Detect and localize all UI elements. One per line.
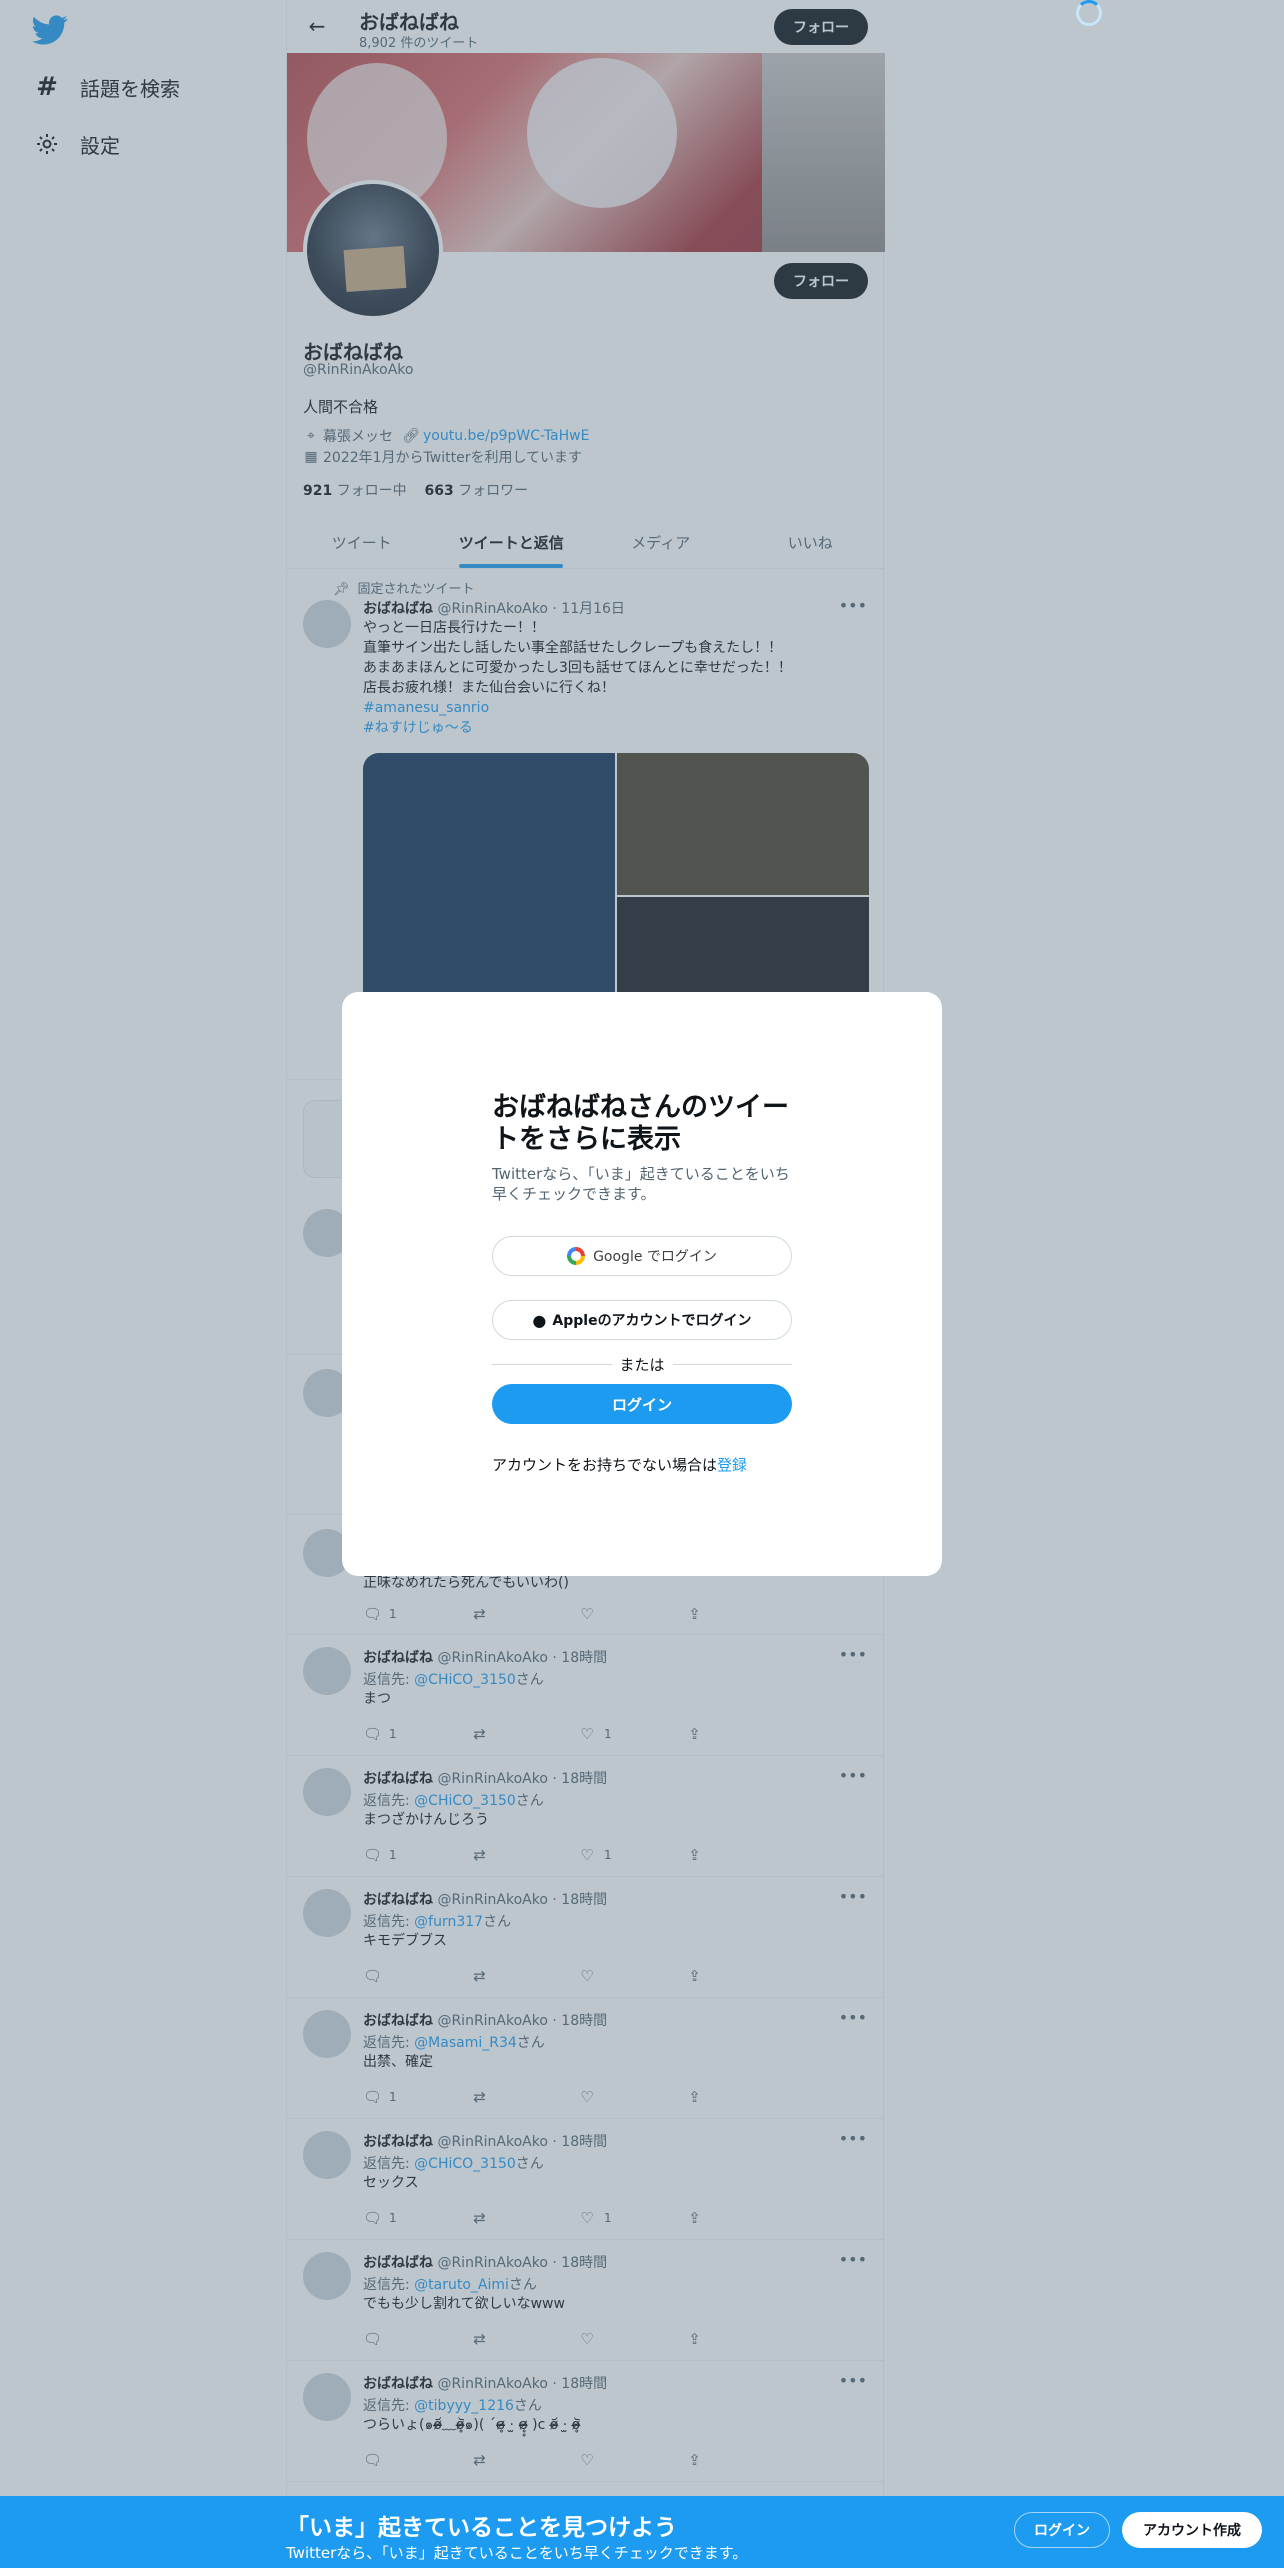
divider-line xyxy=(672,1363,793,1365)
modal-title: おばねばねさんのツイートをさらに表示 xyxy=(492,1092,789,1155)
apple-login-button[interactable]: ● Appleのアカウントでログイン xyxy=(492,1300,792,1340)
or-label: または xyxy=(619,1355,665,1374)
bottom-login-button[interactable]: ログイン xyxy=(1014,2512,1110,2548)
page-root: # 話題を検索 設定 ← おばねばね 8,902 件のツイート フォロー フォロ… xyxy=(0,0,1284,2568)
google-icon xyxy=(567,1247,586,1265)
google-login-button[interactable]: Google でログイン xyxy=(492,1236,792,1276)
apple-login-label: Appleのアカウントでログイン xyxy=(552,1313,752,1329)
modal-subtitle: Twitterなら、「いま」起きていることをいち早くチェックできます。 xyxy=(492,1165,790,1203)
signup-prompt: アカウントをお持ちでない場合は登録 xyxy=(492,1454,747,1475)
login-modal: おばねばねさんのツイートをさらに表示 Twitterなら、「いま」起きていること… xyxy=(342,992,942,1576)
or-divider: または xyxy=(492,1354,793,1374)
loading-spinner-icon xyxy=(1076,0,1102,26)
google-login-label: Google でログイン xyxy=(593,1249,717,1265)
signup-prompt-text: アカウントをお持ちでない場合は xyxy=(492,1456,718,1474)
bottom-bar-title: 「いま」起きていることを見つけよう xyxy=(286,2515,677,2541)
bottom-signup-button[interactable]: アカウント作成 xyxy=(1122,2512,1262,2548)
apple-icon: ● xyxy=(532,1310,547,1330)
signup-link[interactable]: 登録 xyxy=(717,1456,747,1474)
bottom-signup-bar: 「いま」起きていることを見つけよう Twitterなら、「いま」起きていることを… xyxy=(0,2496,1284,2568)
divider-line xyxy=(492,1363,612,1365)
bottom-bar-subtitle: Twitterなら、「いま」起きていることをいち早くチェックできます。 xyxy=(286,2544,748,2562)
login-button[interactable]: ログイン xyxy=(492,1384,792,1424)
